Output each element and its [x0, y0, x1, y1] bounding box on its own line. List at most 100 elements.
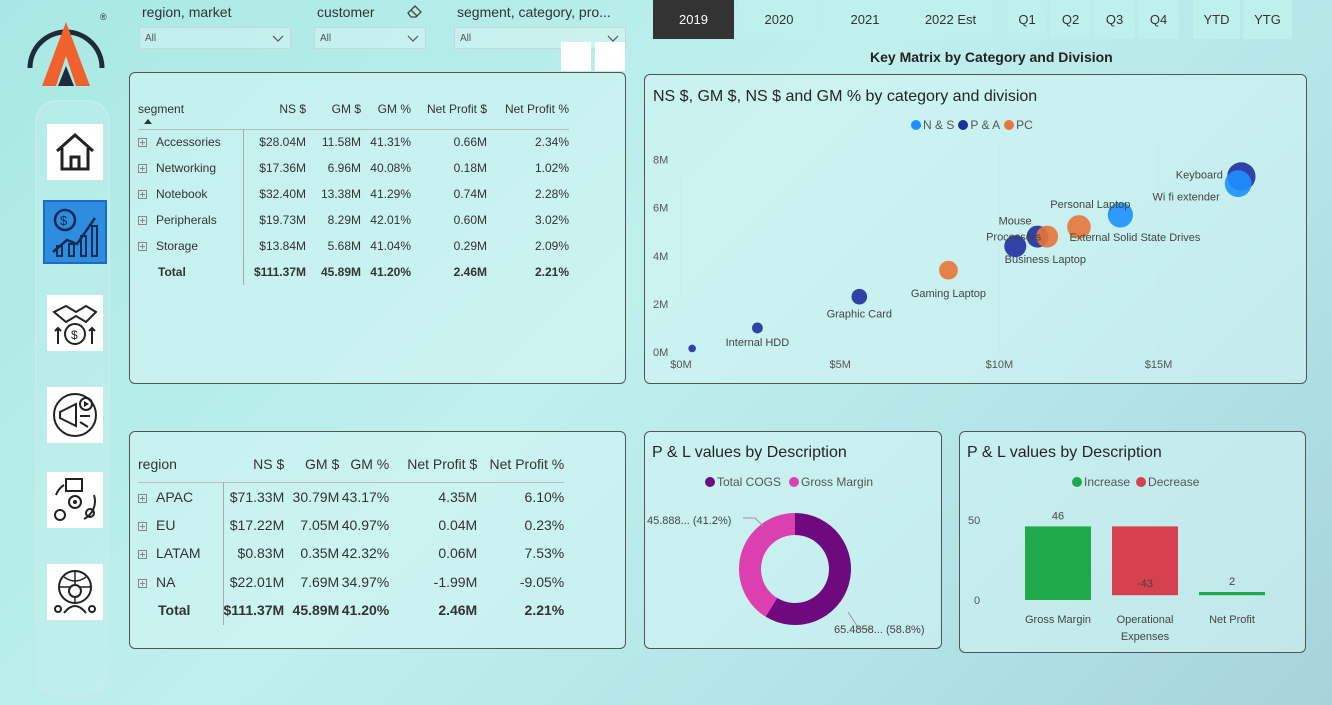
table-cell: 0.66M — [453, 135, 487, 150]
column-header[interactable]: GM % — [339, 446, 389, 482]
tab-ytd[interactable]: YTD — [1193, 0, 1240, 39]
expand-icon[interactable] — [138, 138, 147, 148]
table-cell: 6.96M — [327, 161, 361, 175]
tab-q4[interactable]: Q4 — [1138, 0, 1179, 39]
scatter-point[interactable] — [851, 288, 868, 305]
column-header[interactable]: NS $ — [243, 89, 306, 129]
table-cell: 13.38M — [320, 187, 361, 201]
scatter-point[interactable] — [752, 322, 763, 334]
column-header[interactable]: NS $ — [223, 446, 284, 482]
scatter-plot: $0M $5M $10M $15M 0M 2M 4M 6M 8M Internal HDD Grap… — [653, 145, 1256, 371]
scatter-point[interactable] — [939, 260, 958, 280]
table-cell: 0.23% — [524, 516, 565, 533]
x-tick-label: $5M — [829, 359, 850, 371]
point-label: Mouse — [999, 216, 1032, 228]
slicer-customer-dropdown[interactable]: All — [314, 27, 426, 49]
table-row[interactable]: APAC $71.33M 30.79M 43.17% 4.35M 6.10% — [138, 482, 564, 511]
table-cell: 3.02% — [534, 213, 569, 227]
slicer-region-value: All — [145, 33, 157, 44]
table-row[interactable]: EU $17.22M 7.05M 40.97% 0.04M 0.23% — [138, 510, 565, 539]
tab-q3[interactable]: Q3 — [1094, 0, 1135, 39]
column-header[interactable]: Net Profit % — [487, 89, 569, 129]
column-header[interactable]: Net Profit $ — [389, 446, 477, 482]
expand-icon[interactable] — [138, 190, 147, 199]
table-cell: 7.69M — [300, 573, 340, 590]
column-header[interactable]: region — [138, 446, 223, 482]
column-header[interactable]: GM $ — [306, 89, 361, 129]
table-cell: 0.74M — [453, 187, 487, 201]
nav-supply-chain-button[interactable] — [47, 472, 103, 528]
sort-asc-icon[interactable] — [144, 119, 152, 124]
table-row[interactable]: Networking $17.36M 6.96M 40.08% 0.18M 1.02% — [138, 155, 569, 181]
table-row[interactable]: NA $22.01M 7.69M 34.97% -1.99M -9.05% — [138, 567, 564, 596]
table-cell: 2.09% — [534, 239, 569, 253]
table-cell: 2.28% — [534, 187, 569, 201]
donut-slice[interactable] — [739, 513, 795, 617]
column-header[interactable]: segment — [138, 89, 243, 129]
table-header-row: segment NS $ GM $ GM % Net Profit $ Net Profi… — [138, 89, 569, 129]
slicer-region-dropdown[interactable]: All — [139, 27, 291, 49]
table-row[interactable]: Storage $13.84M 5.68M 41.04% 0.29M 2.09% — [138, 233, 569, 259]
total-cell: 41.20% — [370, 265, 411, 279]
tab-q1[interactable]: Q1 — [1007, 0, 1047, 39]
expand-icon[interactable] — [138, 493, 147, 503]
row-label: Storage — [156, 239, 199, 253]
expand-icon[interactable] — [138, 578, 147, 588]
waterfall-bar[interactable] — [1025, 526, 1091, 600]
table-cell: 42.32% — [341, 545, 390, 562]
tab-q2[interactable]: Q2 — [1050, 0, 1091, 39]
bar-value-label: 2 — [1229, 576, 1235, 588]
total-cell: 45.89M — [320, 265, 361, 279]
expand-icon[interactable] — [138, 164, 147, 173]
blank-button[interactable] — [561, 42, 591, 71]
point-label: Wi fi extender — [1153, 192, 1221, 204]
table-cell: $0.83M — [237, 545, 285, 562]
expand-icon[interactable] — [138, 521, 147, 531]
column-header[interactable]: Net Profit $ — [411, 89, 487, 129]
table-cell: $17.36M — [259, 161, 306, 175]
company-logo: ® — [27, 12, 107, 86]
blank-button[interactable] — [595, 42, 625, 71]
tab-year-2021[interactable]: 2021 — [824, 0, 906, 39]
row-label: Accessories — [156, 135, 221, 150]
row-label: Peripherals — [156, 213, 217, 227]
expand-icon[interactable] — [138, 242, 147, 251]
point-label: Personal Laptop — [1050, 199, 1130, 211]
home-icon — [56, 132, 94, 171]
total-cell: 2.21% — [524, 602, 565, 619]
nav-finance-button[interactable]: $ — [43, 200, 107, 264]
column-header[interactable]: GM % — [361, 89, 411, 129]
table-row[interactable]: Notebook $32.40M 13.38M 41.29% 0.74M 2.28% — [138, 181, 569, 207]
nav-home-button[interactable] — [47, 124, 103, 180]
expand-icon[interactable] — [138, 550, 147, 560]
nav-marketing-button[interactable] — [47, 387, 103, 443]
table-row[interactable]: LATAM $0.83M 0.35M 42.32% 0.06M 7.53% — [138, 539, 564, 568]
table-cell: 40.97% — [341, 516, 390, 533]
waterfall-bar[interactable] — [1199, 592, 1265, 596]
tab-year-2020[interactable]: 2020 — [737, 0, 821, 39]
nav-deals-button[interactable]: $ — [47, 295, 103, 351]
waterfall-chart-panel: P & L values by Description Increase Dec… — [959, 431, 1306, 653]
table-cell: 41.29% — [370, 187, 411, 201]
scatter-point[interactable] — [688, 344, 696, 353]
tab-ytg[interactable]: YTG — [1243, 0, 1292, 39]
column-header[interactable]: Net Profit % — [477, 446, 565, 482]
table-cell: 34.97% — [341, 573, 390, 590]
tab-year-2019[interactable]: 2019 — [653, 0, 734, 39]
scatter-point[interactable] — [1224, 170, 1252, 198]
megaphone-icon — [53, 393, 97, 437]
table-row[interactable]: Peripherals $19.73M 8.29M 42.01% 0.60M 3.02% — [138, 207, 569, 233]
tab-year-2022-est[interactable]: 2022 Est — [909, 0, 992, 39]
table-cell: $71.33M — [229, 488, 285, 505]
expand-icon[interactable] — [138, 216, 147, 225]
eraser-icon[interactable] — [406, 4, 423, 18]
total-cell: 2.46M — [453, 265, 487, 279]
column-header[interactable]: GM $ — [284, 446, 339, 482]
svg-text:$: $ — [71, 328, 78, 342]
table-row[interactable]: Accessories $28.04M 11.58M 41.31% 0.66M 2.34% — [138, 129, 569, 155]
slice-label: 45.888... (41.2%) — [647, 515, 731, 527]
table-cell: 7.05M — [300, 516, 340, 533]
nav-support-button[interactable] — [47, 564, 103, 620]
point-label: Keyboard — [1176, 169, 1223, 181]
row-label: LATAM — [156, 545, 201, 562]
